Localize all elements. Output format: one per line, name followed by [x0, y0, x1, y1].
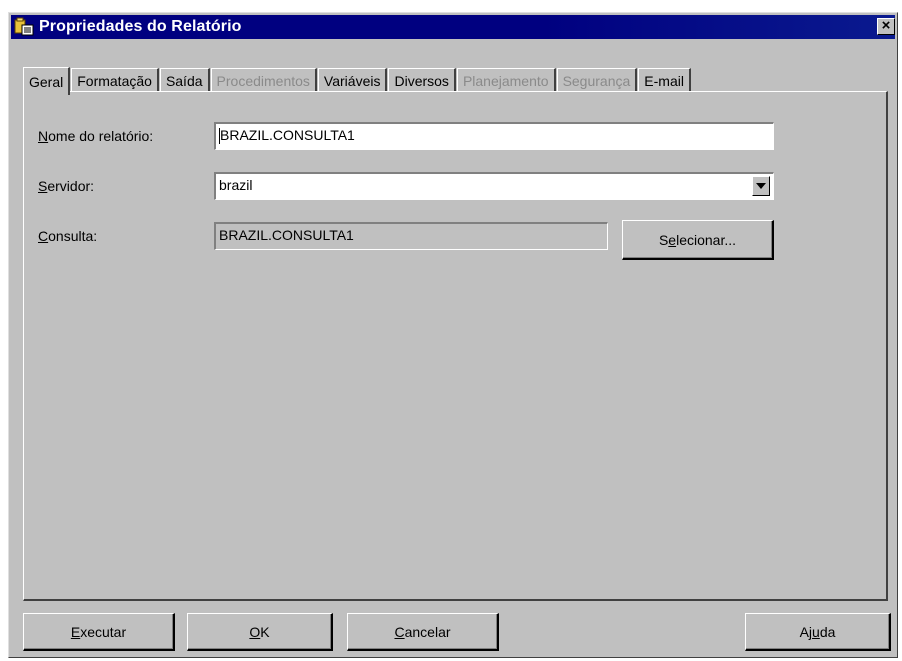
tab-label: Segurança: [562, 73, 631, 89]
run-button-text: xecutar: [80, 623, 127, 640]
tab-formatacao[interactable]: Formatação: [71, 68, 159, 93]
tab-planejamento: Planejamento: [456, 68, 556, 93]
report-icon: [13, 17, 35, 37]
query-label-text: onsulta:: [48, 228, 98, 244]
server-value: brazil: [219, 177, 253, 193]
tab-email[interactable]: E-mail: [638, 68, 691, 93]
tab-saida[interactable]: Saída: [159, 68, 210, 93]
query-value: BRAZIL.CONSULTA1: [219, 227, 354, 243]
query-field: BRAZIL.CONSULTA1: [214, 222, 608, 250]
server-label-accel: S: [38, 178, 48, 194]
help-button-accel: u: [812, 623, 820, 640]
close-icon: ×: [881, 17, 891, 34]
ok-button[interactable]: OK: [187, 613, 333, 651]
cancel-button-text: ancelar: [404, 623, 451, 640]
select-button-accel: e: [668, 231, 677, 248]
title-bar[interactable]: Propriedades do Relatório ×: [11, 15, 895, 39]
server-label-text: ervidor:: [47, 178, 95, 194]
report-name-label-text: ome do relatório:: [48, 128, 154, 144]
tab-seguranca: Segurança: [556, 68, 638, 93]
tab-strip: Geral Formatação Saída Procedimentos Var…: [23, 63, 692, 95]
report-name-value: BRAZIL.CONSULTA1: [220, 127, 355, 143]
select-button-text-pre: S: [658, 231, 669, 248]
query-label: Consulta:: [38, 228, 97, 244]
tab-label: Saída: [165, 73, 203, 89]
help-button-text-pre: Aj: [799, 623, 813, 640]
query-label-accel: C: [38, 228, 49, 244]
tab-label: Formatação: [77, 73, 152, 89]
tab-label: Geral: [29, 73, 64, 90]
tab-panel-geral: Nome do relatório: BRAZIL.CONSULTA1 Serv…: [23, 91, 888, 601]
tab-label: Procedimentos: [216, 73, 310, 89]
report-properties-dialog: Propriedades do Relatório × Geral Format…: [8, 12, 898, 658]
help-button[interactable]: Aj u da: [745, 613, 891, 651]
server-dropdown-button[interactable]: [752, 176, 770, 196]
cancel-button[interactable]: Cancelar: [347, 613, 499, 651]
server-label: Servidor:: [38, 178, 94, 194]
server-select[interactable]: brazil: [214, 172, 774, 200]
tab-label: Planejamento: [462, 73, 549, 89]
report-name-label: Nome do relatório:: [38, 128, 153, 144]
report-name-input[interactable]: BRAZIL.CONSULTA1: [214, 122, 774, 150]
close-button[interactable]: ×: [877, 18, 895, 35]
cancel-button-accel: C: [394, 623, 405, 640]
select-query-button[interactable]: Se lecionar...: [622, 220, 774, 260]
tab-label: Variáveis: [323, 73, 381, 89]
tab-diversos[interactable]: Diversos: [388, 68, 456, 93]
tab-label: E-mail: [644, 73, 684, 89]
run-button-accel: E: [70, 623, 81, 640]
window-title: Propriedades do Relatório: [39, 18, 242, 35]
ok-button-text: K: [260, 623, 270, 640]
tab-geral[interactable]: Geral: [23, 67, 71, 95]
help-button-text: da: [819, 623, 836, 640]
ok-button-accel: O: [249, 623, 261, 640]
tab-label: Diversos: [394, 73, 449, 89]
select-button-text: lecionar...: [676, 231, 737, 248]
tab-variaveis[interactable]: Variáveis: [317, 68, 388, 93]
report-name-label-accel: N: [38, 128, 49, 144]
tab-procedimentos: Procedimentos: [210, 68, 317, 93]
chevron-down-icon: [756, 183, 766, 189]
run-button[interactable]: Executar: [23, 613, 175, 651]
